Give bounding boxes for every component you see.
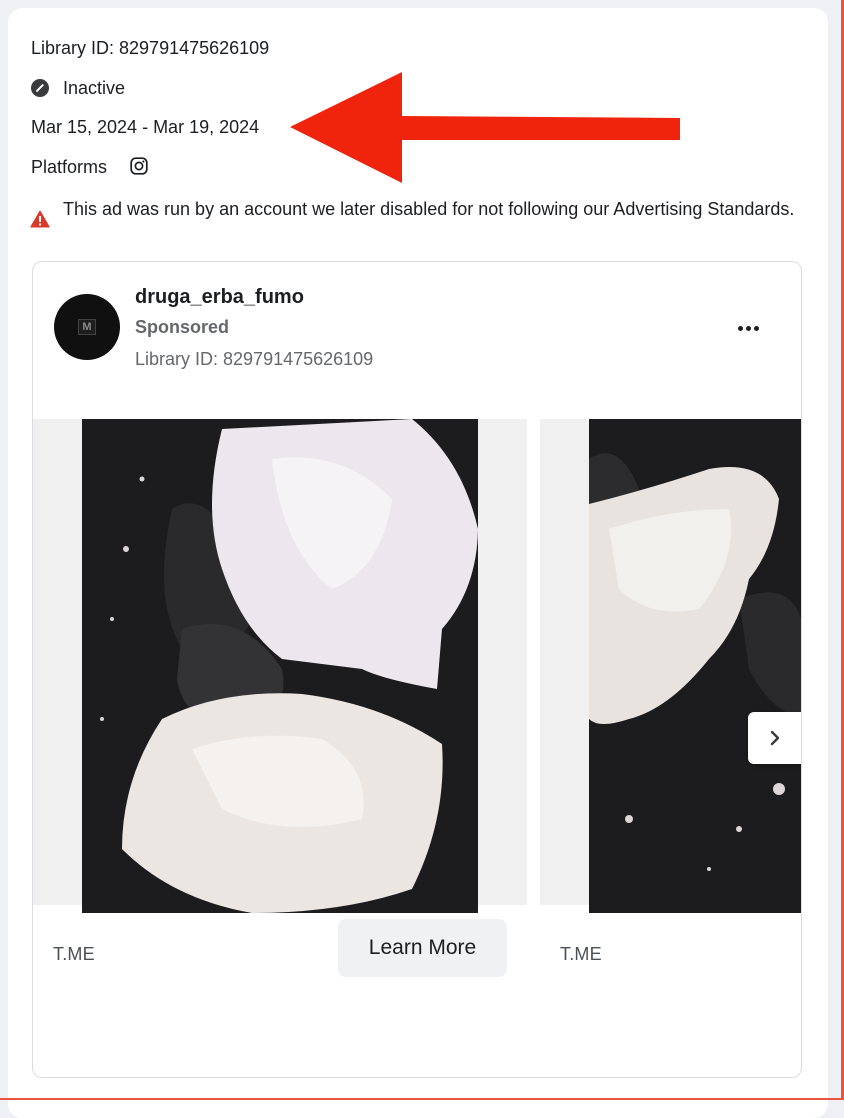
status-label: Inactive xyxy=(63,78,126,98)
platforms-label: Platforms xyxy=(31,157,108,177)
ad-image-2 xyxy=(589,419,801,913)
disabled-account-warning: This ad was run by an account we later d… xyxy=(63,199,795,219)
carousel-next-button[interactable] xyxy=(748,712,801,764)
sponsored-label: Sponsored xyxy=(135,317,230,337)
chevron-right-icon xyxy=(770,730,779,746)
inactive-status-icon xyxy=(31,79,49,97)
warning-icon xyxy=(30,210,50,228)
more-options-icon[interactable] xyxy=(733,316,763,340)
ad-image-1 xyxy=(82,419,478,913)
card-1-domain: T.ME xyxy=(53,944,95,964)
annotation-arrow-icon xyxy=(290,72,680,183)
date-range: Mar 15, 2024 - Mar 19, 2024 xyxy=(31,117,260,137)
advertiser-name[interactable]: druga_erba_fumo xyxy=(135,286,304,309)
library-id: Library ID: 829791475626109 xyxy=(31,38,270,58)
advertiser-avatar[interactable]: M xyxy=(54,294,120,360)
card-2-domain: T.ME xyxy=(560,944,602,964)
ad-preview-card: M druga_erba_fumo Sponsored Library ID: … xyxy=(32,261,802,1078)
instagram-icon[interactable] xyxy=(130,157,148,175)
preview-library-id: Library ID: 829791475626109 xyxy=(135,349,374,369)
learn-more-button[interactable]: Learn More xyxy=(338,919,507,977)
